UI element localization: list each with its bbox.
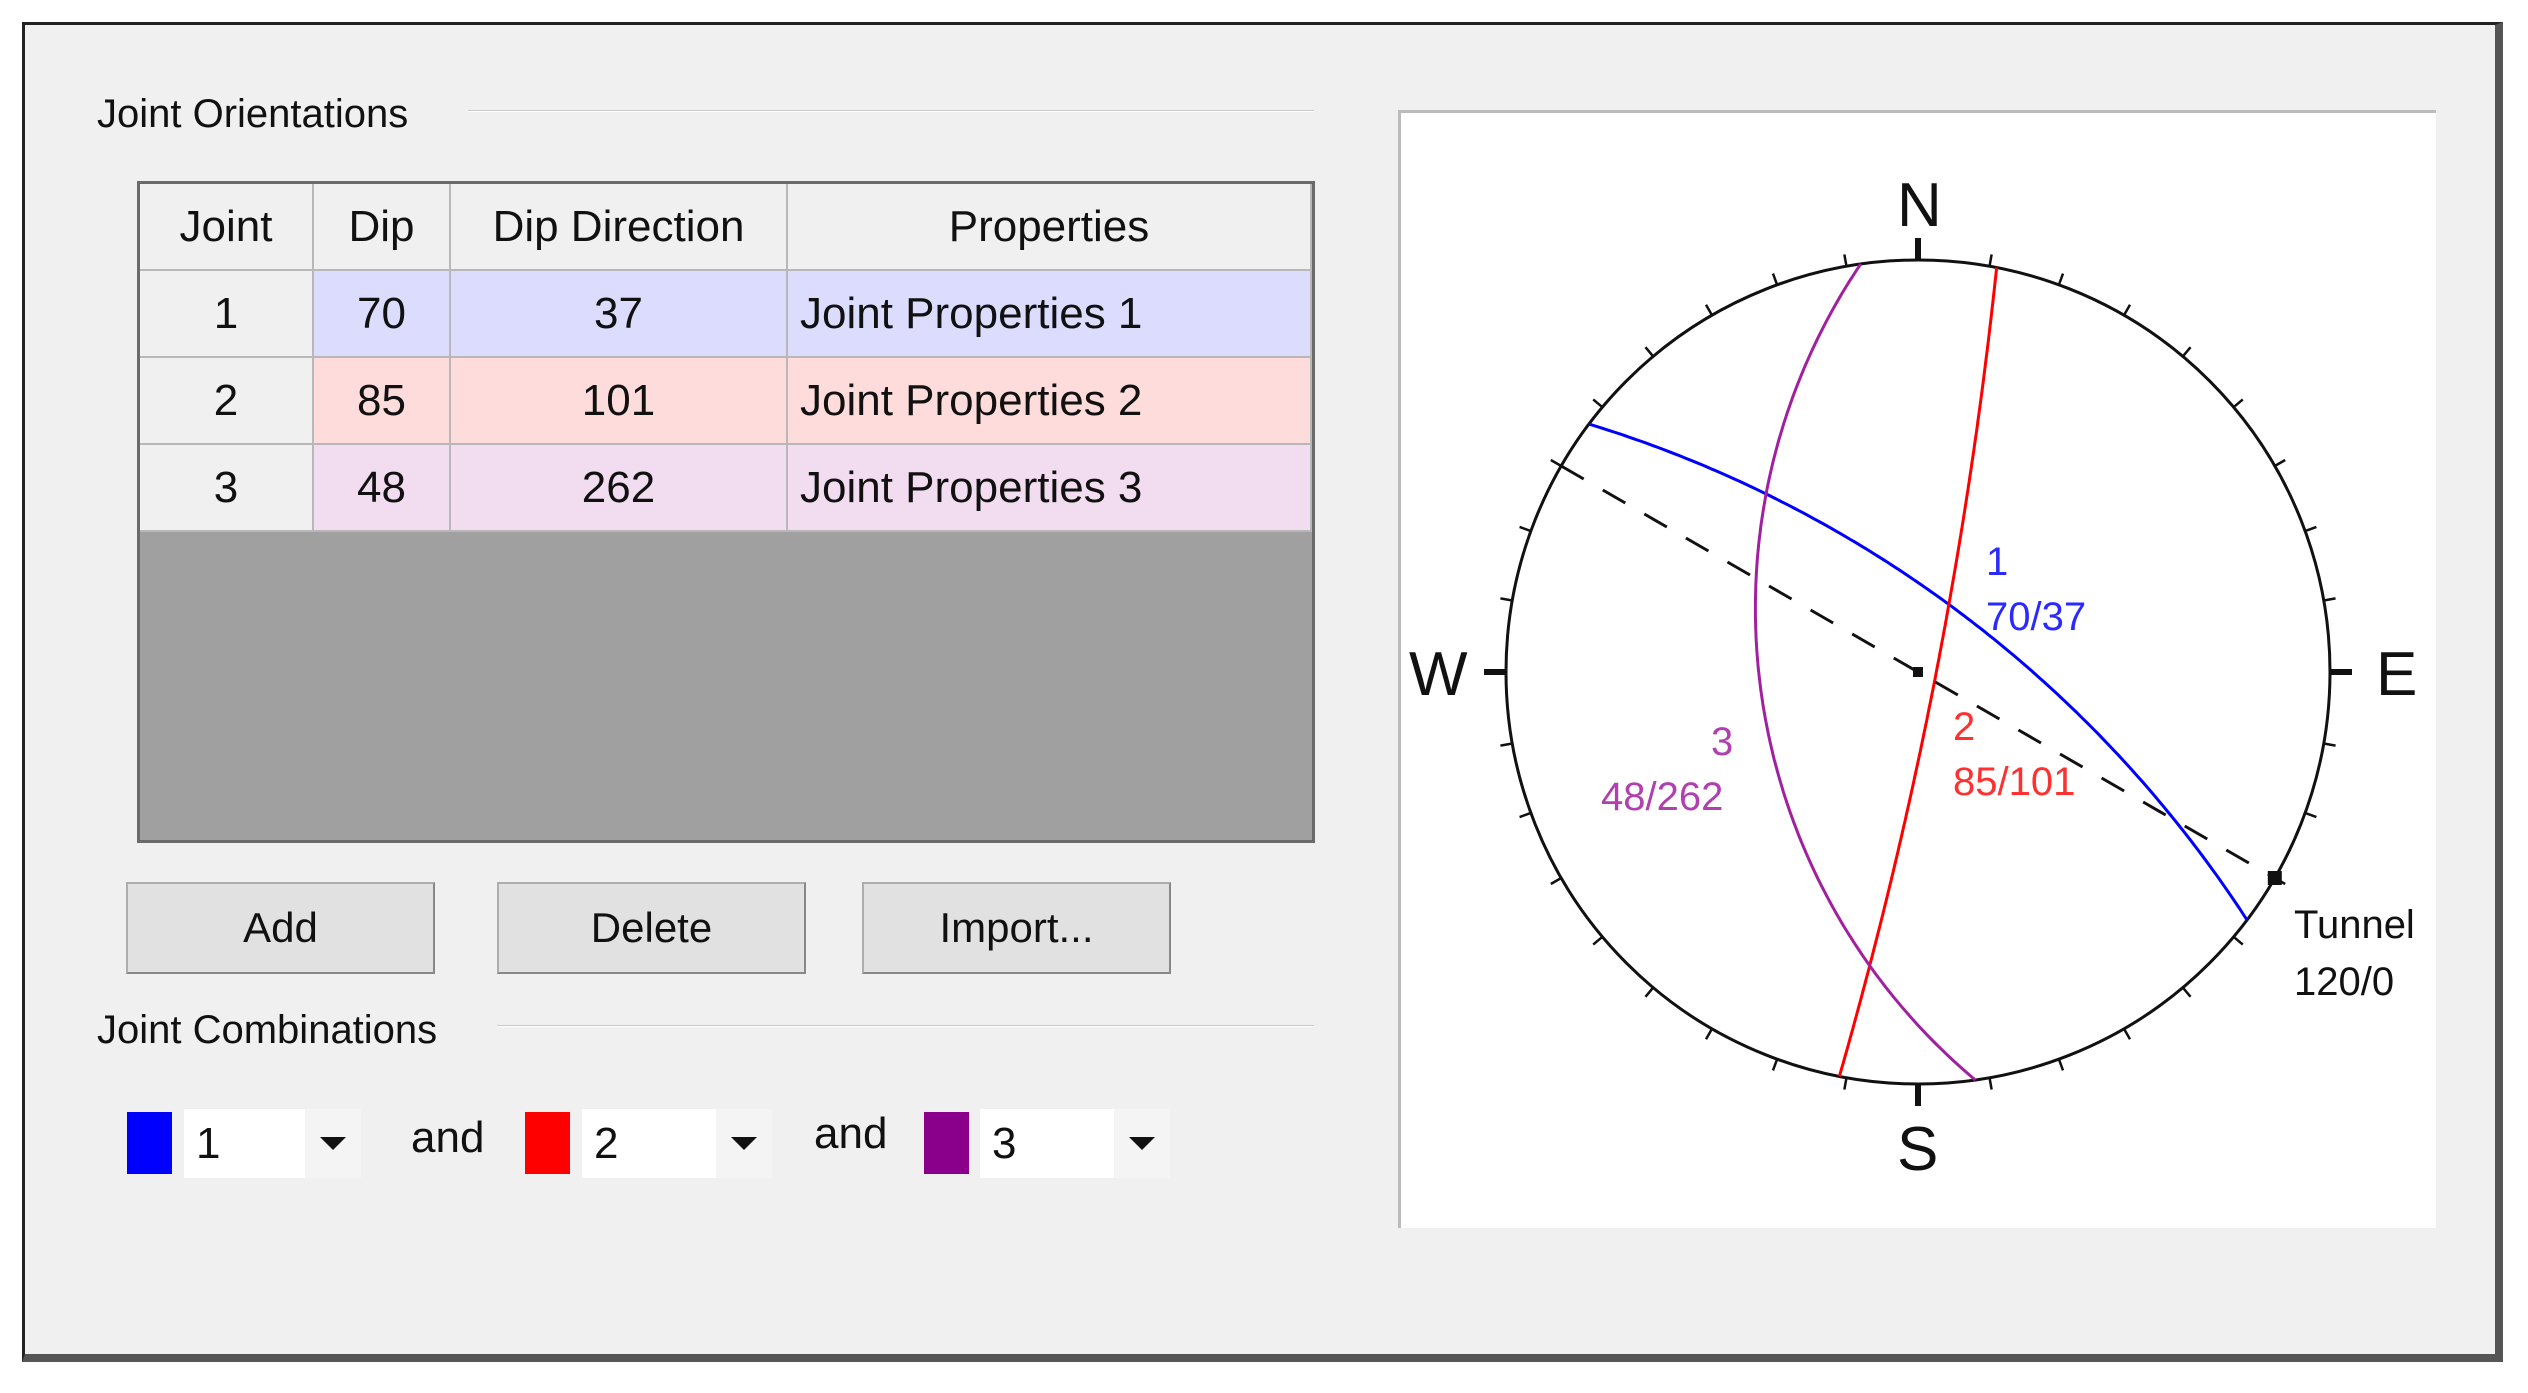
chevron-down-icon[interactable] — [305, 1109, 361, 1178]
chevron-down-icon[interactable] — [1114, 1109, 1170, 1178]
joint-table[interactable]: Joint Dip Dip Direction Properties 1 70 … — [137, 181, 1315, 843]
degree-tick — [2181, 986, 2192, 998]
group-divider — [497, 1025, 1314, 1027]
degree-tick — [2323, 742, 2336, 747]
joint-color-swatch — [127, 1112, 172, 1174]
degree-tick — [1592, 935, 1604, 946]
joint-cell[interactable]: 3 — [140, 445, 314, 532]
properties-cell[interactable]: Joint Properties 1 — [788, 271, 1312, 358]
joint-combinations-label: Joint Combinations — [97, 1008, 438, 1052]
east-label: E — [2376, 640, 2418, 709]
degree-tick — [2122, 1028, 2132, 1040]
stereonet-plot — [1484, 238, 2352, 1106]
joint-orientations-label: Joint Orientations — [97, 92, 409, 136]
plane-1-id: 1 — [1986, 540, 2009, 584]
tunnel-label: 120/0 — [2294, 960, 2395, 1004]
joint-color-swatch — [924, 1112, 969, 1174]
joint-color-swatch — [525, 1112, 570, 1174]
dip-direction-cell[interactable]: 37 — [451, 271, 788, 358]
dip-cell[interactable]: 85 — [314, 358, 451, 445]
degree-tick — [1771, 273, 1779, 286]
joint-combo-1[interactable]: 1 — [184, 1109, 361, 1178]
degree-tick — [2181, 346, 2192, 358]
table-row[interactable]: 1 70 37 Joint Properties 1 — [140, 271, 1312, 358]
west-label: W — [1409, 640, 1468, 709]
degree-tick — [1519, 525, 1532, 533]
joint-combo-2[interactable]: 2 — [582, 1109, 772, 1178]
north-label: N — [1897, 171, 1942, 240]
degree-tick — [2304, 525, 2317, 533]
delete-button[interactable]: Delete — [497, 882, 806, 974]
plane-3-label: 48/262 — [1601, 775, 1724, 819]
degree-tick — [1519, 811, 1532, 819]
south-label: S — [1897, 1115, 1939, 1184]
degree-tick — [1704, 1028, 1714, 1040]
degree-tick — [2304, 811, 2317, 819]
plane-1-label: 70/37 — [1986, 595, 2087, 639]
tunnel-name: Tunnel — [2294, 903, 2415, 947]
stereonet-panel: N S W E 1 70/37 2 85/101 3 48/262 Tunnel… — [1398, 110, 2436, 1228]
degree-tick — [1500, 742, 1513, 747]
degree-tick — [1843, 254, 1848, 267]
column-header-dip[interactable]: Dip — [314, 184, 451, 271]
degree-tick — [1592, 398, 1604, 409]
degree-tick — [1843, 1077, 1848, 1090]
and-label: and — [814, 1109, 888, 1158]
degree-tick — [1550, 876, 1562, 886]
properties-cell[interactable]: Joint Properties 3 — [788, 445, 1312, 532]
joint-cell[interactable]: 2 — [140, 358, 314, 445]
table-header: Joint Dip Dip Direction Properties — [140, 184, 1312, 271]
combo-value: 2 — [594, 1118, 619, 1168]
plane-2-id: 2 — [1953, 705, 1976, 749]
great-circle-joint-3 — [1753, 263, 1977, 1082]
degree-tick — [2274, 458, 2286, 468]
joint-combo-3[interactable]: 3 — [980, 1109, 1170, 1178]
degree-tick — [1644, 986, 1655, 998]
degree-tick — [1988, 1077, 1993, 1090]
degree-tick — [1550, 458, 1562, 468]
and-label: and — [411, 1113, 485, 1162]
combo-value: 3 — [992, 1118, 1017, 1168]
degree-tick — [2057, 273, 2065, 286]
column-header-joint[interactable]: Joint — [140, 184, 314, 271]
degree-tick — [1988, 254, 1993, 267]
table-row[interactable]: 3 48 262 Joint Properties 3 — [140, 445, 1312, 532]
add-button[interactable]: Add — [126, 882, 435, 974]
dip-cell[interactable]: 70 — [314, 271, 451, 358]
degree-tick — [1704, 304, 1714, 316]
group-divider — [468, 110, 1314, 112]
column-header-dip-direction[interactable]: Dip Direction — [451, 184, 788, 271]
dip-direction-cell[interactable]: 101 — [451, 358, 788, 445]
degree-tick — [2232, 398, 2244, 409]
dip-direction-cell[interactable]: 262 — [451, 445, 788, 532]
degree-tick — [1500, 597, 1513, 602]
import-button[interactable]: Import... — [862, 882, 1171, 974]
degree-tick — [2122, 304, 2132, 316]
plane-2-label: 85/101 — [1953, 760, 2076, 804]
chevron-down-icon[interactable] — [716, 1109, 772, 1178]
degree-tick — [1771, 1058, 1779, 1071]
column-header-properties[interactable]: Properties — [788, 184, 1312, 271]
tunnel-marker — [2267, 871, 2282, 885]
degree-tick — [2232, 935, 2244, 946]
dip-cell[interactable]: 48 — [314, 445, 451, 532]
table-row[interactable]: 2 85 101 Joint Properties 2 — [140, 358, 1312, 445]
degree-tick — [2323, 597, 2336, 602]
joint-cell[interactable]: 1 — [140, 271, 314, 358]
center-marker — [1913, 667, 1923, 677]
properties-cell[interactable]: Joint Properties 2 — [788, 358, 1312, 445]
degree-tick — [2057, 1058, 2065, 1071]
combo-value: 1 — [196, 1118, 221, 1168]
plane-3-id: 3 — [1711, 720, 1734, 764]
degree-tick — [1644, 346, 1655, 358]
